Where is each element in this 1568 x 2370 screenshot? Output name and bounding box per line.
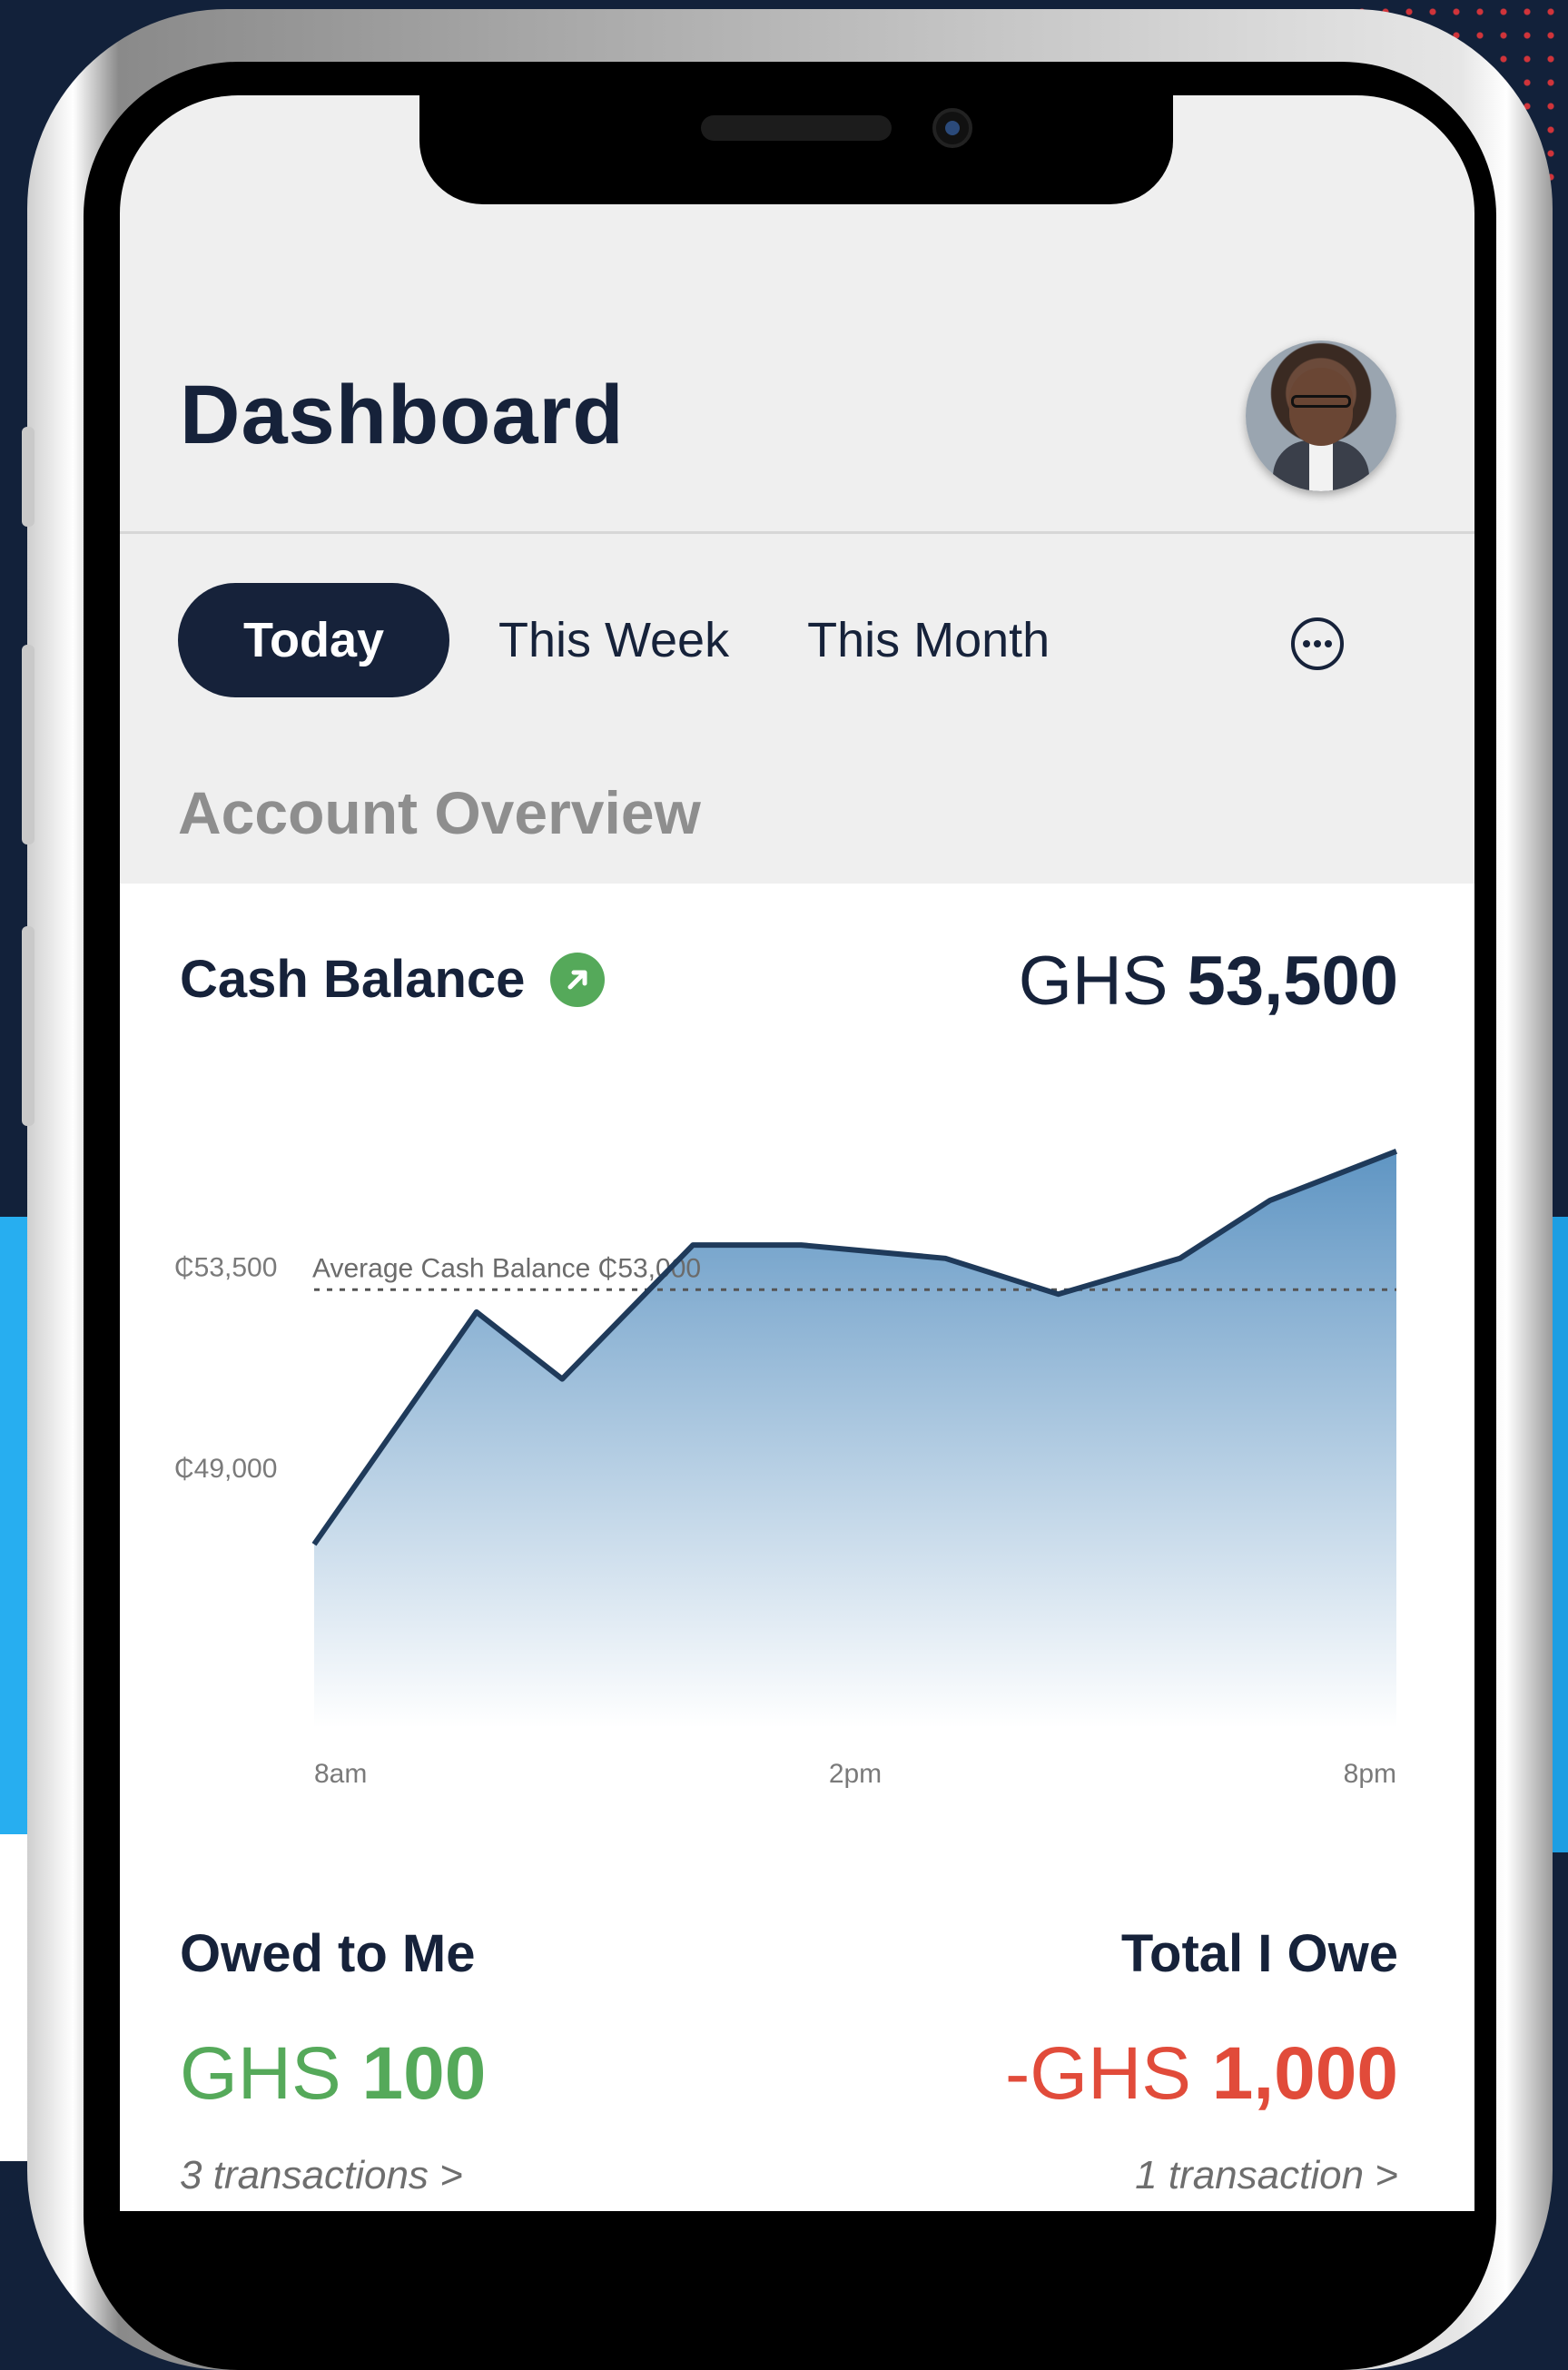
- tab-this-month[interactable]: This Month: [807, 612, 1050, 668]
- owed-to-me-value: 100: [361, 2032, 487, 2115]
- period-tabs: Today This Week This Month: [178, 583, 1128, 697]
- average-label: Average Cash Balance ₵53,000: [312, 1253, 701, 1283]
- cash-balance-value: 53,500: [1187, 943, 1398, 1020]
- more-horizontal-icon[interactable]: [1289, 616, 1346, 672]
- owed-to-me-transactions-link[interactable]: 3 transactions >: [180, 2153, 486, 2198]
- owed-to-me-block[interactable]: Owed to Me GHS 100 3 transactions >: [180, 1923, 486, 2198]
- arrow-up-right-icon: [550, 952, 606, 1007]
- phone-mute-switch: [22, 427, 35, 527]
- avatar[interactable]: [1246, 341, 1396, 491]
- section-title: Account Overview: [178, 779, 701, 846]
- phone-volume-down: [22, 926, 35, 1126]
- phone-notch: [419, 95, 1173, 204]
- total-i-owe-label: Total I Owe: [1120, 1924, 1398, 1983]
- total-i-owe-amount: -GHS 1,000: [1005, 2031, 1398, 2117]
- total-i-owe-block[interactable]: Total I Owe -GHS 1,000 1 transaction >: [1005, 1923, 1398, 2198]
- total-i-owe-currency: -GHS: [1005, 2032, 1191, 2115]
- cash-balance-amount: GHS 53,500: [1019, 942, 1398, 1021]
- owed-to-me-label: Owed to Me: [180, 1924, 476, 1983]
- account-overview-card: Cash Balance GHS 53,500 Average Cash Bal…: [120, 884, 1474, 2211]
- phone-volume-up: [22, 645, 35, 844]
- camera-icon: [932, 108, 972, 148]
- y-tick-label: ₵53,500: [174, 1253, 277, 1283]
- page-title: Dashboard: [180, 369, 625, 461]
- total-i-owe-transactions-link[interactable]: 1 transaction >: [1005, 2153, 1398, 2198]
- speaker-grille: [701, 115, 892, 141]
- owed-to-me-amount: GHS 100: [180, 2031, 486, 2117]
- x-tick-label: 8pm: [1344, 1759, 1396, 1789]
- cash-balance-heading: Cash Balance: [180, 949, 606, 1010]
- tab-today[interactable]: Today: [178, 583, 450, 697]
- cash-balance-currency: GHS: [1018, 943, 1169, 1020]
- owed-to-me-currency: GHS: [180, 2032, 341, 2115]
- cash-balance-label: Cash Balance: [180, 950, 526, 1009]
- tab-this-week[interactable]: This Week: [498, 612, 729, 668]
- header-divider: [120, 531, 1474, 534]
- x-tick-label: 2pm: [829, 1759, 882, 1789]
- x-tick-label: 8am: [314, 1759, 367, 1789]
- cash-balance-chart: Average Cash Balance ₵53,000 ₵53,500 ₵49,…: [174, 1149, 1398, 1789]
- total-i-owe-value: 1,000: [1211, 2032, 1398, 2115]
- y-tick-label: ₵49,000: [174, 1454, 277, 1484]
- app-screen: Dashboard Today This Week This Month Acc…: [120, 95, 1474, 2211]
- chart-area-fill: [314, 1150, 1396, 1728]
